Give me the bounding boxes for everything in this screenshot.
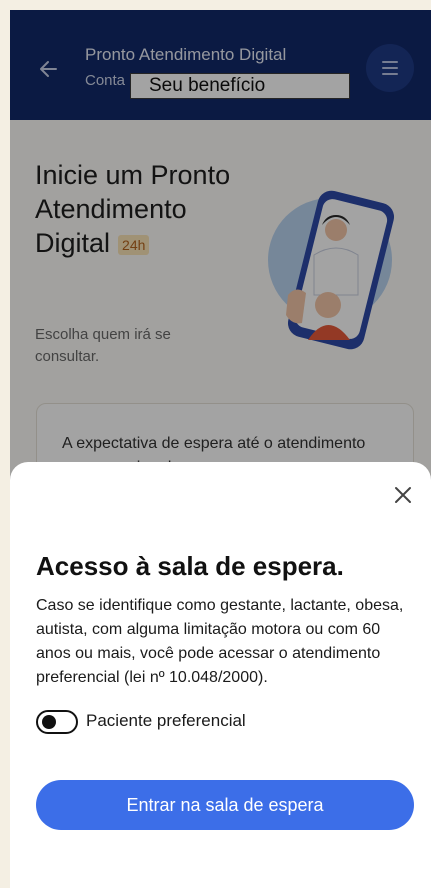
- app-frame: Pronto Atendimento Digital Conta Seu ben…: [10, 10, 431, 888]
- preferential-toggle-label: Paciente preferencial: [86, 711, 246, 730]
- close-icon[interactable]: [391, 483, 415, 507]
- sheet-title: Acesso à sala de espera.: [36, 551, 344, 581]
- waiting-room-sheet: Acesso à sala de espera. Caso se identif…: [10, 462, 431, 888]
- toggle-knob: [42, 715, 56, 729]
- sheet-description: Caso se identifique como gestante, lacta…: [36, 597, 404, 686]
- preferential-toggle[interactable]: [36, 710, 78, 734]
- enter-waiting-room-button[interactable]: Entrar na sala de espera: [36, 780, 414, 830]
